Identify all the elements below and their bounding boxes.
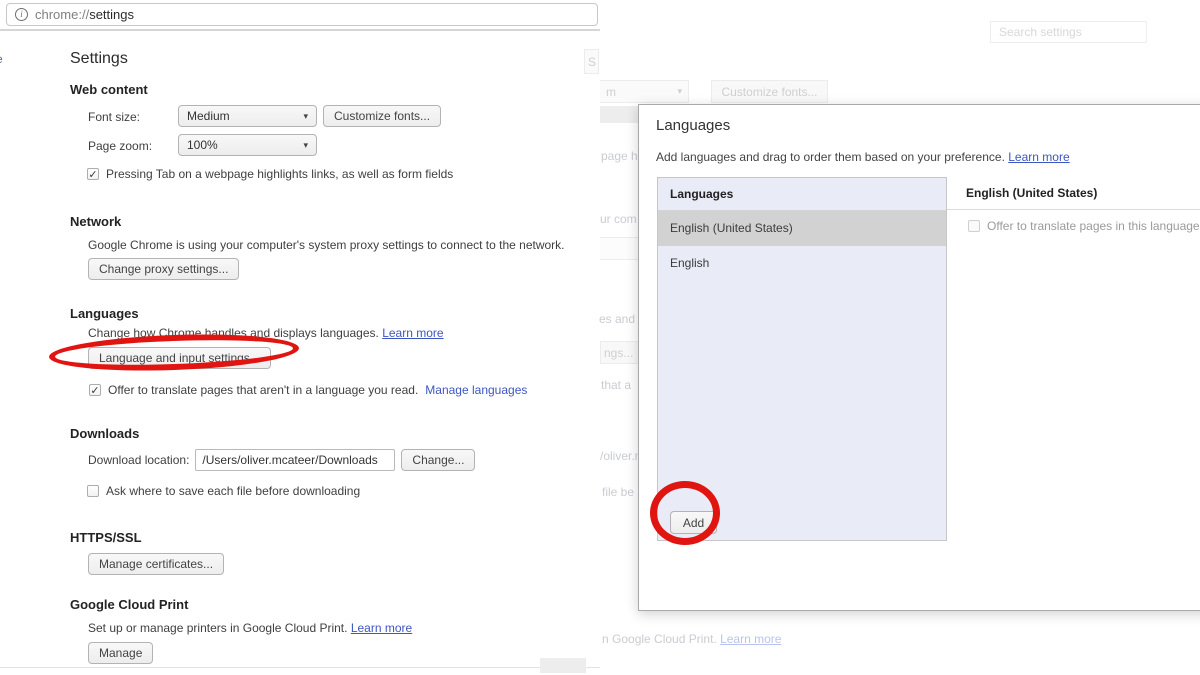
- faded-select-text: m: [606, 84, 616, 99]
- page-title: Settings: [70, 50, 128, 67]
- faded-text-fragment: es and: [599, 312, 636, 326]
- ask-where-label: Ask where to save each file before downl…: [106, 484, 361, 498]
- cloud-print-manage-button[interactable]: Manage: [88, 642, 154, 664]
- chevron-down-icon: ▾: [677, 86, 682, 96]
- translate-language-checkbox[interactable]: [968, 220, 980, 232]
- section-cloud-print: Google Cloud Print: [70, 597, 189, 612]
- cloud-print-learn-more-link[interactable]: Learn more: [351, 621, 412, 635]
- tab-highlight-checkbox[interactable]: ✓: [87, 168, 99, 181]
- ask-where-row: Ask where to save each file before downl…: [87, 484, 360, 498]
- manage-certificates-button[interactable]: Manage certificates...: [88, 553, 225, 575]
- faded-button-fragment: [600, 237, 640, 260]
- network-desc: Google Chrome is using your computer's s…: [88, 238, 565, 252]
- dialog-subtitle: Add languages and drag to order them bas…: [656, 150, 1070, 164]
- translate-language-row: Offer to translate pages in this languag…: [968, 219, 1200, 233]
- dialog-subtitle-text: Add languages and drag to order them bas…: [656, 150, 1005, 164]
- section-https-ssl: HTTPS/SSL: [70, 530, 142, 545]
- section-web-content: Web content: [70, 82, 148, 97]
- cropped-text-fragment: e: [0, 52, 3, 66]
- translate-language-label: Offer to translate pages in this languag…: [987, 219, 1200, 233]
- faded-button-fragment: [540, 658, 586, 673]
- faded-search-fragment: S: [584, 49, 599, 74]
- manage-languages-link[interactable]: Manage languages: [425, 383, 527, 397]
- annotation-circle: [650, 481, 720, 545]
- screenshot-canvas: i chrome://settings e Settings Web conte…: [0, 0, 1200, 675]
- page-zoom-label: Page zoom:: [88, 139, 153, 153]
- faded-control-fragment: [600, 106, 638, 123]
- cloud-print-desc: Set up or manage printers in Google Clou…: [88, 621, 412, 635]
- dialog-title: Languages: [656, 117, 731, 134]
- address-bar[interactable]: i chrome://settings: [6, 3, 598, 26]
- customize-fonts-button[interactable]: Customize fonts...: [323, 105, 442, 127]
- faded-customize-fonts-button: Customize fonts...: [711, 80, 828, 103]
- download-location-input[interactable]: /Users/oliver.mcateer/Downloads: [195, 449, 396, 471]
- faded-cloud-print-line: n Google Cloud Print. Learn more: [602, 632, 781, 646]
- section-languages: Languages: [70, 306, 139, 321]
- faded-cloud-print-text: n Google Cloud Print.: [602, 632, 717, 646]
- offer-translate-label: Offer to translate pages that aren't in …: [108, 383, 419, 397]
- change-proxy-button[interactable]: Change proxy settings...: [88, 258, 240, 280]
- offer-translate-checkbox[interactable]: ✓: [89, 384, 101, 397]
- search-settings-input: Search settings: [990, 21, 1147, 43]
- font-size-value: Medium: [187, 109, 230, 123]
- tab-highlight-label: Pressing Tab on a webpage highlights lin…: [106, 167, 454, 181]
- toolbar-divider: [0, 29, 600, 31]
- screenshot-bottom-edge: [0, 667, 600, 668]
- download-location-label: Download location:: [88, 453, 190, 467]
- faded-learn-more-link: Learn more: [720, 632, 782, 646]
- page-zoom-select[interactable]: 100% ▾: [178, 134, 317, 156]
- languages-learn-more-link[interactable]: Learn more: [382, 326, 443, 340]
- change-location-button[interactable]: Change...: [401, 449, 476, 471]
- language-detail-header: English (United States): [947, 177, 1200, 210]
- url-host: settings: [89, 7, 134, 22]
- faded-select-fragment: m ▾: [600, 80, 689, 103]
- chevron-down-icon: ▾: [303, 139, 308, 150]
- language-list-item[interactable]: English: [658, 246, 946, 281]
- tab-highlight-row: ✓ Pressing Tab on a webpage highlights l…: [87, 167, 453, 181]
- faded-text-fragment: ur com: [600, 212, 637, 226]
- language-list-item[interactable]: English (United States): [658, 211, 946, 246]
- languages-list-header: Languages: [658, 178, 946, 211]
- faded-text-fragment: file be: [602, 485, 635, 499]
- page-zoom-value: 100%: [187, 138, 218, 152]
- font-size-select[interactable]: Medium ▾: [178, 105, 317, 127]
- font-size-label: Font size:: [88, 110, 141, 124]
- info-icon[interactable]: i: [15, 8, 28, 21]
- languages-dialog: Languages Add languages and drag to orde…: [638, 104, 1200, 611]
- cloud-print-desc-text: Set up or manage printers in Google Clou…: [88, 621, 348, 635]
- url-scheme: chrome://: [35, 7, 90, 22]
- ask-where-checkbox[interactable]: [87, 485, 99, 497]
- section-downloads: Downloads: [70, 426, 140, 441]
- dialog-learn-more-link[interactable]: Learn more: [1008, 150, 1069, 164]
- faded-text-fragment: that a: [601, 378, 632, 392]
- chevron-down-icon: ▾: [303, 110, 308, 121]
- faded-text-fragment: page hi: [601, 149, 641, 163]
- section-network: Network: [70, 214, 122, 229]
- offer-translate-row: ✓ Offer to translate pages that aren't i…: [89, 383, 527, 397]
- download-location-row: Download location: /Users/oliver.mcateer…: [88, 449, 476, 471]
